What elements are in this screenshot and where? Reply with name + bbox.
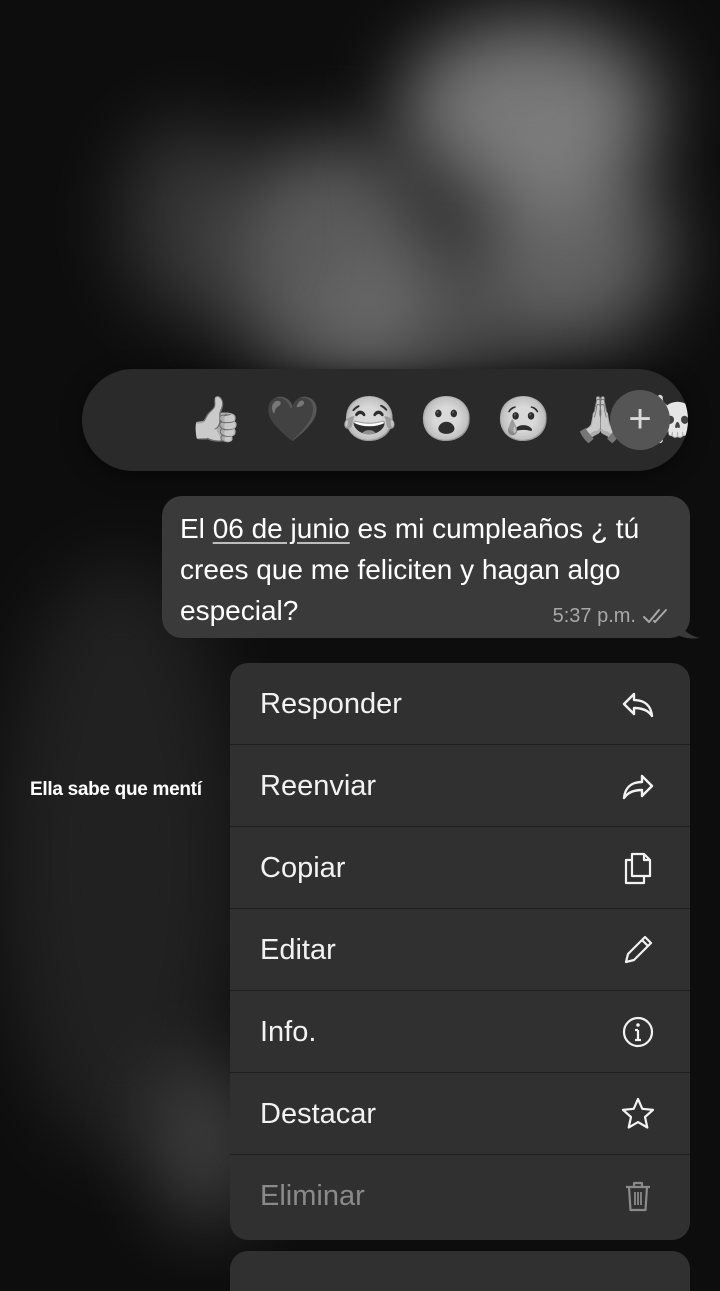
info-icon	[622, 1016, 654, 1048]
menu-item-info[interactable]: Info.	[230, 991, 690, 1073]
message-meta: 5:37 p.m.	[553, 604, 672, 628]
heart-emoji[interactable]: 🖤	[265, 393, 320, 447]
menu-item-editar[interactable]: Editar	[230, 909, 690, 991]
plus-icon: +	[628, 397, 652, 441]
double-check-icon	[643, 609, 667, 623]
reaction-bar: 👍 🖤 😂 😮 😢 🙏 ☠️ +	[82, 369, 688, 471]
menu-item-label: Responder	[260, 688, 402, 720]
context-menu: Responder Reenviar Copiar Editar Info. D…	[230, 663, 690, 1240]
forward-icon	[622, 774, 654, 800]
date-link[interactable]: 06 de junio	[213, 513, 350, 544]
trash-icon	[626, 1181, 650, 1212]
message-bubble[interactable]: El 06 de junio es mi cumpleaños ¿ tú cre…	[162, 496, 690, 638]
surprised-emoji[interactable]: 😮	[419, 393, 474, 447]
laughing-emoji[interactable]: 😂	[342, 393, 397, 447]
pencil-icon	[624, 935, 653, 964]
menu-item-destacar[interactable]: Destacar	[230, 1073, 690, 1155]
menu-item-label: Eliminar	[260, 1180, 365, 1212]
menu-item-eliminar[interactable]: Eliminar	[230, 1155, 690, 1237]
menu-item-copiar[interactable]: Copiar	[230, 827, 690, 909]
more-reactions-button[interactable]: +	[610, 390, 670, 450]
menu-item-label: Editar	[260, 934, 336, 966]
menu-item-label: Destacar	[260, 1098, 377, 1130]
reply-icon	[622, 692, 654, 718]
bubble-tail	[672, 620, 700, 639]
menu-item-label: Info.	[260, 1016, 317, 1048]
menu-item-label: Reenviar	[260, 770, 377, 802]
menu-more-section[interactable]	[230, 1251, 690, 1291]
menu-item-label: Copiar	[260, 852, 346, 884]
menu-item-responder[interactable]: Responder	[230, 663, 690, 745]
message-time: 5:37 p.m.	[552, 605, 636, 627]
star-icon	[621, 1097, 655, 1129]
story-caption: Ella sabe que mentí	[30, 779, 202, 800]
thumbs-up-emoji[interactable]: 👍	[188, 393, 243, 447]
menu-item-reenviar[interactable]: Reenviar	[230, 745, 690, 827]
crying-emoji[interactable]: 😢	[496, 393, 551, 447]
copy-icon	[624, 852, 652, 885]
